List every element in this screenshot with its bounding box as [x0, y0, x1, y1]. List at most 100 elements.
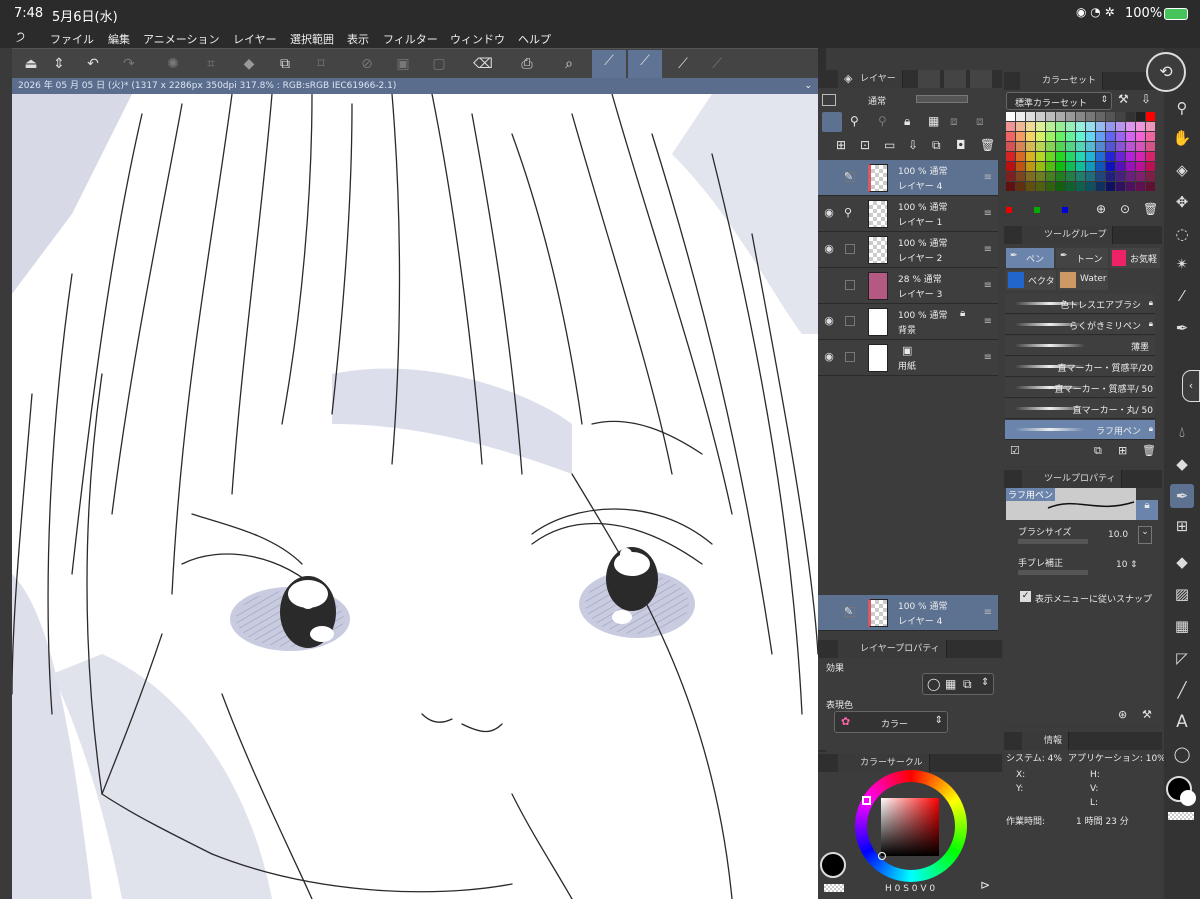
chevron-down-icon[interactable]: ⌄	[804, 78, 812, 94]
color-swatch[interactable]	[1086, 172, 1095, 181]
color-swatch[interactable]	[1036, 132, 1045, 141]
subtool-tab-water[interactable]: Water	[1058, 270, 1108, 290]
color-swatch[interactable]	[1066, 152, 1075, 161]
trash-icon[interactable]: 🗑︎	[1142, 444, 1156, 457]
transparent-color-swatch[interactable]	[824, 884, 844, 892]
subtool-tab-favorite[interactable]: お気軽	[1110, 248, 1160, 268]
clip-layer-icon[interactable]	[822, 112, 842, 132]
color-swatch[interactable]	[1136, 142, 1145, 151]
pen-nib-icon[interactable]: ✒	[1170, 316, 1194, 340]
color-swatch[interactable]	[1046, 132, 1055, 141]
document-tab[interactable]: 2026 年 05 月 05 日 (火)* (1317 x 2286px 350…	[12, 78, 818, 94]
color-swatch[interactable]	[1076, 152, 1085, 161]
color-swatch[interactable]	[1066, 162, 1075, 171]
pen-tool-icon[interactable]: ✒	[1170, 484, 1194, 508]
color-swatch[interactable]	[1036, 182, 1045, 191]
copy-layer-icon[interactable]: ⧉	[274, 53, 296, 75]
color-swatch[interactable]	[1056, 152, 1065, 161]
color-swatch[interactable]	[1106, 142, 1115, 151]
tab-layer-property[interactable]: レイヤープロパティ	[838, 640, 947, 658]
color-swatch[interactable]	[1066, 172, 1075, 181]
color-swatch[interactable]	[1056, 162, 1065, 171]
stabilization-slider[interactable]	[1018, 570, 1088, 575]
eye-icon[interactable]: ◉	[822, 206, 836, 220]
color-swatch[interactable]	[1086, 122, 1095, 131]
color-swatch[interactable]	[1006, 162, 1015, 171]
layer-menu-icon[interactable]: ≡	[984, 172, 992, 183]
layer-lock-checkbox[interactable]	[845, 352, 855, 362]
color-swatch[interactable]	[1126, 172, 1135, 181]
color-swatch[interactable]	[1146, 132, 1155, 141]
add-subtool-icon[interactable]: ⊞	[1118, 444, 1127, 457]
subtool-tab-vector[interactable]: ベクタ	[1006, 270, 1056, 290]
color-swatch[interactable]	[1046, 162, 1055, 171]
saturation-value-square[interactable]	[881, 798, 939, 856]
app-logo-icon[interactable]: ੭	[16, 29, 25, 45]
color-swatch[interactable]	[1096, 132, 1105, 141]
color-swatch[interactable]	[1136, 122, 1145, 131]
color-swatch[interactable]	[1046, 122, 1055, 131]
trash-icon[interactable]: 🗑︎	[980, 138, 995, 152]
color-swatch[interactable]	[1066, 122, 1075, 131]
brush-size-value[interactable]: 10.0	[1108, 530, 1128, 540]
zoom-icon[interactable]: ⚲	[1170, 96, 1194, 120]
reference-layer-icon[interactable]: ⚲	[850, 114, 859, 128]
tab-tool-property[interactable]: ツールプロパティ	[1022, 470, 1123, 488]
main-color-swatch[interactable]	[820, 852, 846, 878]
add-color-icon[interactable]: ⊕	[1096, 202, 1106, 216]
color-swatch[interactable]	[1016, 132, 1025, 141]
swatch-red[interactable]	[1006, 207, 1012, 213]
color-swatch[interactable]	[1086, 132, 1095, 141]
color-swatch[interactable]	[1126, 152, 1135, 161]
tab-navigator-icon[interactable]	[944, 70, 966, 88]
snap-ruler-icon[interactable]: ⟋	[592, 50, 626, 78]
gradient-icon[interactable]: ▨	[1170, 582, 1194, 606]
eye-icon[interactable]: ◉	[822, 242, 836, 256]
color-swatch[interactable]	[1056, 142, 1065, 151]
mask-enable-icon[interactable]: ⧈	[950, 114, 958, 129]
text-tool-icon[interactable]: A	[1170, 710, 1194, 734]
color-swatch[interactable]	[1146, 152, 1155, 161]
color-swatch[interactable]	[1116, 152, 1125, 161]
subtool-tab-pen[interactable]: ✒ ペン	[1006, 248, 1054, 268]
color-set-select[interactable]: 標準カラーセット ⇕	[1006, 92, 1112, 110]
play-icon[interactable]: ⊳	[980, 878, 990, 892]
layer-row[interactable]: ◉ 100 % 通常 レイヤー 2 ≡	[818, 232, 998, 268]
color-swatch[interactable]	[1056, 132, 1065, 141]
brush-item[interactable]: 色トレスエアブラシ 🔒︎	[1005, 294, 1155, 314]
crop-icon[interactable]: ⌑	[310, 53, 332, 75]
layer-row[interactable]: ◉ 100 % 通常 背景 🔒︎ ≡	[818, 304, 998, 340]
color-swatch[interactable]	[1026, 132, 1035, 141]
stabilization-value[interactable]: 10	[1116, 560, 1127, 570]
merge-down-icon[interactable]: ⧉	[932, 138, 941, 153]
color-swatch[interactable]	[1086, 112, 1095, 121]
lightbox-icon[interactable]: ⏏	[20, 53, 42, 75]
eyedrop-icon[interactable]: ⊙	[1120, 202, 1130, 216]
color-swatch[interactable]	[1036, 162, 1045, 171]
layer-row[interactable]: ◉ ▣ 用紙 ≡	[818, 340, 998, 376]
menu-file[interactable]: ファイル	[50, 31, 94, 47]
color-swatch[interactable]	[1146, 122, 1155, 131]
hand-icon[interactable]: ✋	[1170, 126, 1194, 150]
color-swatch[interactable]	[1126, 132, 1135, 141]
color-swatch[interactable]	[1026, 152, 1035, 161]
drawing-canvas[interactable]	[12, 94, 818, 899]
tab-info[interactable]: 情報	[1022, 732, 1070, 750]
transparent-color-swatch[interactable]	[1168, 812, 1194, 820]
companion-mode-icon[interactable]: ⟲	[1146, 52, 1186, 92]
snap-perspective-icon[interactable]: ⟋	[706, 53, 728, 75]
color-swatch[interactable]	[1066, 132, 1075, 141]
color-swatch[interactable]	[1116, 132, 1125, 141]
menu-layer[interactable]: レイヤー	[233, 31, 277, 47]
current-layer-bar[interactable]: ✎ 100 % 通常 レイヤー 4 ≡	[818, 595, 998, 631]
color-swatch[interactable]	[1096, 172, 1105, 181]
color-swatch[interactable]	[1026, 122, 1035, 131]
brush-size-slider[interactable]	[1018, 539, 1088, 544]
color-swatch[interactable]	[1126, 112, 1135, 121]
color-swatch[interactable]	[1076, 112, 1085, 121]
border-effect-icon[interactable]: ◯	[927, 677, 940, 691]
wrench-icon[interactable]: ⚒	[1118, 92, 1129, 106]
color-swatch[interactable]	[1056, 112, 1065, 121]
new-folder-icon[interactable]: ▭	[884, 138, 895, 152]
color-swatch[interactable]	[1086, 162, 1095, 171]
